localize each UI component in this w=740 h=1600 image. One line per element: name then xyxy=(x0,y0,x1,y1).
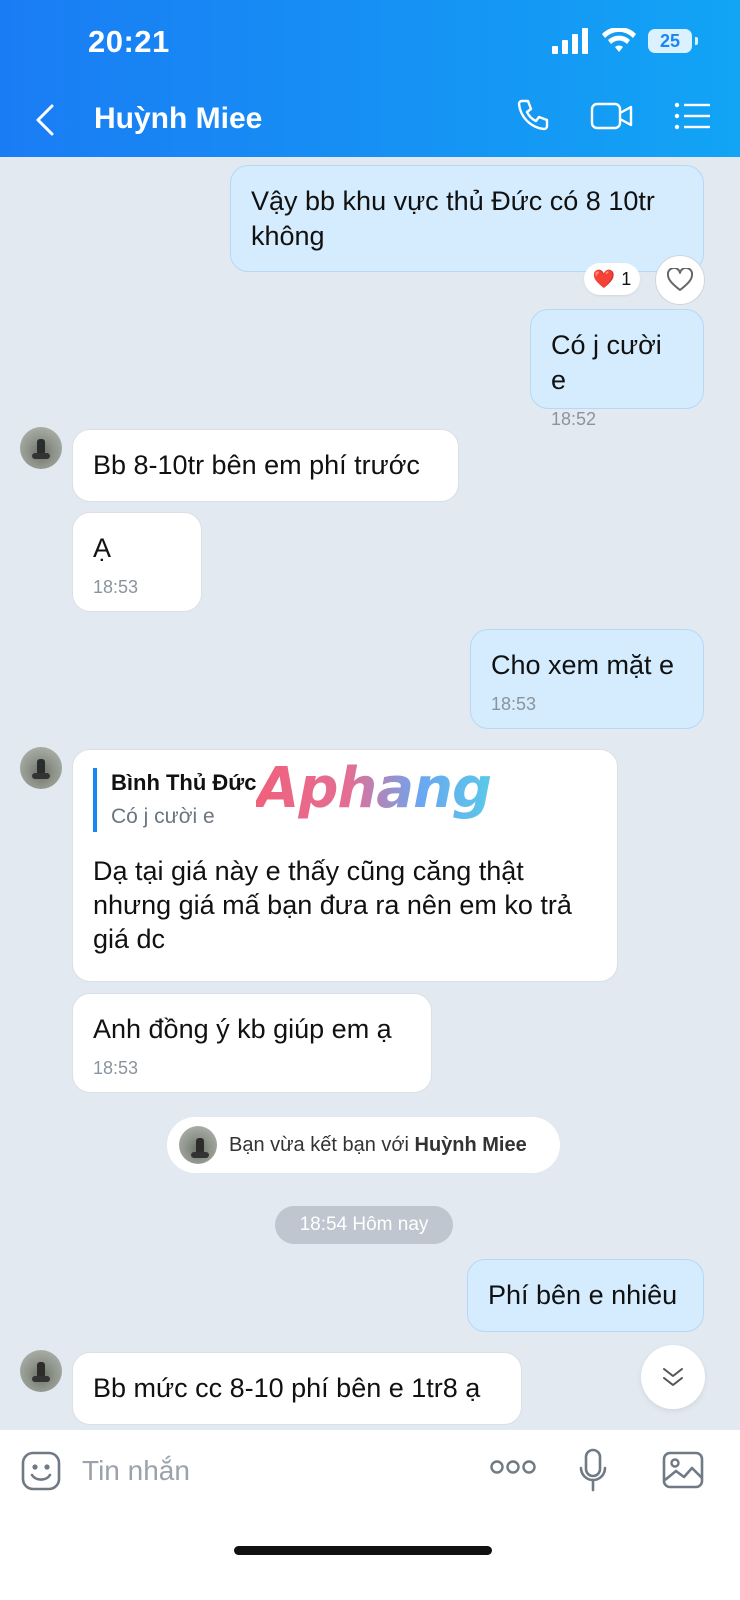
contact-avatar xyxy=(179,1126,217,1164)
message-text: Cho xem mặt e xyxy=(491,650,675,680)
voice-message-button[interactable] xyxy=(579,1448,607,1497)
message-time: 18:53 xyxy=(93,1058,139,1078)
watermark-logo: Aphang xyxy=(256,756,492,821)
home-indicator xyxy=(234,1546,492,1555)
heart-outline-icon xyxy=(667,268,693,291)
message-text: Ạ xyxy=(93,533,112,563)
menu-list-icon xyxy=(674,102,710,130)
message-bubble[interactable]: Phí bên e nhiêu xyxy=(467,1259,704,1332)
double-chevron-down-icon xyxy=(663,1368,683,1386)
message-text: Có j cười e xyxy=(551,330,662,395)
message-text: Dạ tại giá này e thấy cũng căng thật như… xyxy=(93,856,572,954)
header-actions xyxy=(514,98,710,134)
emoji-icon xyxy=(21,1451,61,1491)
message-text: Bb 8-10tr bên em phí trước xyxy=(93,450,420,480)
message-bubble[interactable]: Có j cười e 18:52 xyxy=(530,309,704,429)
microphone-icon xyxy=(579,1448,607,1492)
reaction-count: 1 xyxy=(621,268,632,289)
more-dots-icon xyxy=(490,1460,536,1474)
contact-name[interactable]: Huỳnh Miee xyxy=(94,102,262,136)
battery-indicator: 25 xyxy=(648,29,698,53)
send-image-button[interactable] xyxy=(662,1450,704,1495)
video-call-button[interactable] xyxy=(590,100,634,132)
back-chevron-icon xyxy=(36,104,54,136)
friend-added-notice[interactable]: Bạn vừa kết bạn với Huỳnh Miee xyxy=(167,1117,560,1173)
message-composer xyxy=(0,1430,740,1600)
message-text: Anh đồng ý kb giúp em ạ xyxy=(93,1014,392,1044)
sticker-button[interactable] xyxy=(20,1450,62,1497)
back-button[interactable] xyxy=(34,100,64,140)
status-icons: 25 xyxy=(552,28,698,54)
image-icon xyxy=(662,1451,704,1489)
date-separator: 18:54 Hôm nay xyxy=(275,1206,453,1244)
phone-call-button[interactable] xyxy=(514,98,550,134)
notice-text: Bạn vừa kết bạn với Huỳnh Miee xyxy=(229,1133,527,1156)
message-time: 18:52 xyxy=(551,409,597,429)
contact-avatar[interactable] xyxy=(20,747,62,789)
message-time: 18:53 xyxy=(93,577,139,597)
contact-avatar[interactable] xyxy=(20,1350,62,1392)
message-bubble[interactable]: Cho xem mặt e 18:53 xyxy=(470,629,704,729)
react-button[interactable] xyxy=(655,255,705,305)
video-call-icon xyxy=(590,102,633,130)
message-text: Vậy bb khu vực thủ Đức có 8 10tr không xyxy=(251,186,655,251)
heart-reaction-emoji: ❤️ xyxy=(592,268,616,289)
message-bubble[interactable]: Bb mức cc 8-10 phí bên e 1tr8 ạ xyxy=(72,1352,522,1425)
phone-icon xyxy=(517,99,549,131)
message-bubble[interactable]: Bb 8-10tr bên em phí trước xyxy=(72,429,459,502)
message-bubble[interactable]: Ạ 18:53 xyxy=(72,512,202,612)
message-bubble[interactable]: Anh đồng ý kb giúp em ạ 18:53 xyxy=(72,993,432,1093)
message-text: Phí bên e nhiêu xyxy=(488,1280,678,1310)
message-input[interactable] xyxy=(80,1448,464,1494)
message-time: 18:53 xyxy=(491,694,537,714)
message-text: Bb mức cc 8-10 phí bên e 1tr8 ạ xyxy=(93,1373,481,1403)
contact-avatar[interactable] xyxy=(20,427,62,469)
more-options-button[interactable] xyxy=(490,1458,536,1481)
wifi-icon xyxy=(602,28,636,52)
menu-button[interactable] xyxy=(674,101,710,131)
status-time: 20:21 xyxy=(88,24,170,59)
message-bubble[interactable]: Vậy bb khu vực thủ Đức có 8 10tr không xyxy=(230,165,704,272)
signal-icon xyxy=(552,28,588,54)
app-header: 20:21 25 Huỳnh Miee xyxy=(0,0,740,157)
scroll-to-bottom-button[interactable] xyxy=(641,1345,705,1409)
reaction-badge[interactable]: ❤️ 1 xyxy=(584,263,640,295)
